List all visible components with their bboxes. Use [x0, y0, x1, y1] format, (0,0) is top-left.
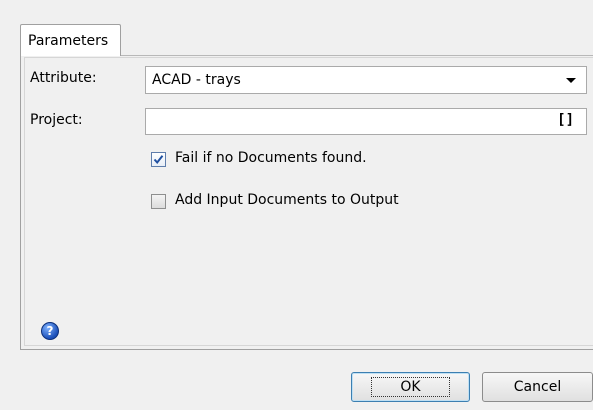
- chevron-down-icon[interactable]: [566, 78, 576, 83]
- array-brackets-icon[interactable]: []: [557, 112, 574, 128]
- fail-if-no-documents-checkbox[interactable]: [151, 152, 166, 167]
- project-label: Project:: [30, 112, 83, 128]
- help-icon[interactable]: ?: [41, 322, 59, 340]
- checkmark-icon: [153, 155, 164, 165]
- tab-parameters-label: Parameters: [28, 32, 109, 49]
- cancel-button-label: Cancel: [513, 379, 562, 395]
- fail-if-no-documents-label[interactable]: Fail if no Documents found.: [175, 150, 367, 166]
- project-input[interactable]: []: [145, 108, 587, 135]
- add-input-documents-checkbox[interactable]: [151, 194, 166, 209]
- attribute-dropdown-value: ACAD - trays: [152, 72, 241, 88]
- ok-button[interactable]: OK: [351, 372, 470, 402]
- attribute-label: Attribute:: [30, 70, 97, 86]
- ok-button-label: OK: [371, 377, 450, 397]
- tab-parameters[interactable]: Parameters: [20, 24, 121, 56]
- help-icon-glyph: ?: [46, 324, 54, 338]
- add-input-documents-label[interactable]: Add Input Documents to Output: [175, 192, 399, 208]
- cancel-button[interactable]: Cancel: [482, 372, 593, 402]
- attribute-dropdown[interactable]: ACAD - trays: [145, 66, 587, 94]
